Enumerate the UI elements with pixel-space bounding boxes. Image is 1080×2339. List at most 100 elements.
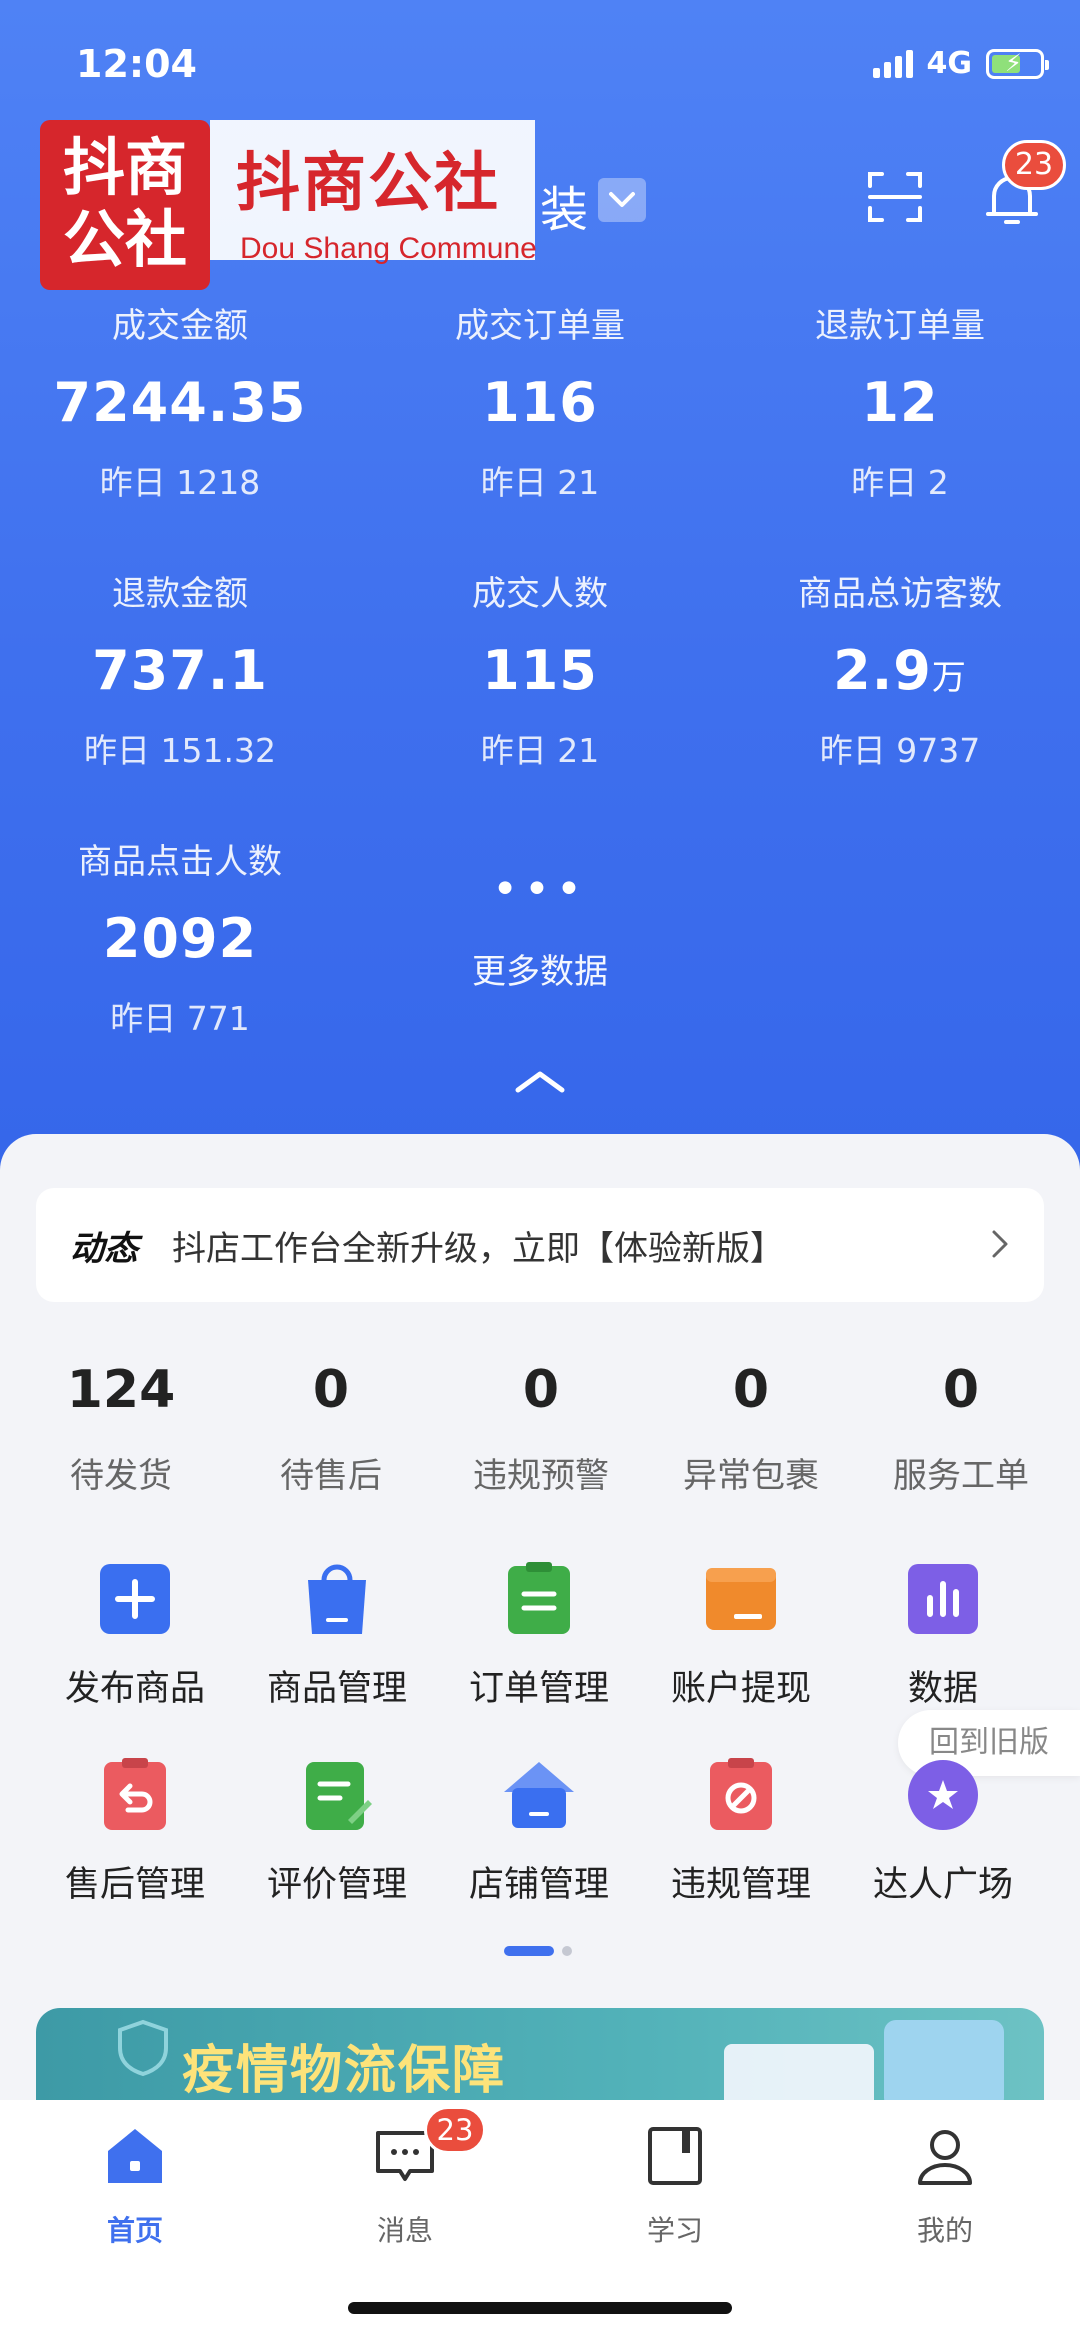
tab-label: 学习 <box>646 2214 703 2247</box>
todo-violation-warning[interactable]: 0 违规预警 <box>436 1360 646 1497</box>
shield-icon <box>118 2019 168 2077</box>
violation-icon <box>710 1758 772 1830</box>
watermark-english: Dou Shang Commune <box>240 232 537 265</box>
promo-banner[interactable]: 疫情物流保障 <box>36 2008 1044 2104</box>
metric-yesterday: 昨日 9737 <box>819 731 981 770</box>
tab-label: 我的 <box>916 2214 973 2247</box>
tool-order-management[interactable]: 订单管理 <box>434 1562 644 1711</box>
metric-visitors[interactable]: 商品总访客数 2.9万 昨日 9737 <box>720 566 1080 772</box>
tool-label: 违规管理 <box>670 1865 811 1905</box>
metric-yesterday: 昨日 2 <box>851 463 949 502</box>
status-time: 12:04 <box>76 42 197 86</box>
metric-value: 7244.35 <box>53 371 307 434</box>
home-indicator <box>348 2302 732 2314</box>
metric-yesterday: 昨日 1218 <box>99 463 261 502</box>
tool-label: 发布商品 <box>64 1669 205 1709</box>
metric-label: 成交人数 <box>472 574 608 614</box>
status-indicators: 4G ⚡ <box>872 46 1049 81</box>
todo-abnormal-package[interactable]: 0 异常包裹 <box>646 1360 856 1497</box>
metric-gmv[interactable]: 成交金额 7244.35 昨日 1218 <box>0 298 360 504</box>
tool-label: 订单管理 <box>468 1669 609 1709</box>
metric-orders[interactable]: 成交订单量 116 昨日 21 <box>360 298 720 504</box>
metric-yesterday: 昨日 21 <box>480 731 600 770</box>
tool-label: 账户提现 <box>670 1669 811 1709</box>
notification-badge: 23 <box>1002 140 1066 190</box>
tool-label: 售后管理 <box>64 1865 205 1905</box>
tab-label: 消息 <box>376 2214 433 2247</box>
chevron-up-icon[interactable] <box>514 1068 566 1094</box>
return-icon <box>104 1758 166 1830</box>
page-indicator <box>504 1946 572 1956</box>
tool-label: 达人广场 <box>872 1865 1013 1905</box>
signal-icon <box>872 49 913 78</box>
metric-label: 退款金额 <box>112 574 248 614</box>
tool-data[interactable]: 数据 <box>838 1562 1048 1711</box>
chevron-down-icon <box>609 192 635 207</box>
metric-clicks[interactable]: 商品点击人数 2092 昨日 771 <box>0 834 360 1040</box>
shop-name[interactable]: 装 <box>540 170 588 240</box>
metric-buyers[interactable]: 成交人数 115 昨日 21 <box>360 566 720 772</box>
tool-aftersale-management[interactable]: 售后管理 <box>30 1758 240 1907</box>
metric-refund-orders[interactable]: 退款订单量 12 昨日 2 <box>720 298 1080 504</box>
book-icon <box>648 2127 702 2185</box>
todo-label: 待发货 <box>70 1456 172 1496</box>
todo-service-ticket[interactable]: 0 服务工单 <box>856 1360 1066 1497</box>
tab-messages[interactable]: 消息 <box>270 2125 540 2249</box>
banner-title: 疫情物流保障 <box>182 2041 507 2101</box>
tool-violation-management[interactable]: 违规管理 <box>636 1758 846 1907</box>
more-dots-icon: ••• <box>492 864 588 915</box>
todo-count: 124 <box>66 1360 176 1420</box>
home-icon <box>108 2129 162 2183</box>
metric-label: 退款订单量 <box>815 306 985 346</box>
news-bar[interactable]: 动态 抖店工作台全新升级，立即【体验新版】 <box>36 1188 1044 1302</box>
tool-publish-product[interactable]: 发布商品 <box>30 1562 240 1711</box>
store-icon <box>504 1762 574 1828</box>
wallet-icon <box>706 1568 776 1630</box>
todo-label: 服务工单 <box>893 1456 1029 1496</box>
shop-switch-dropdown[interactable] <box>598 178 646 222</box>
news-tag: 动态 <box>70 1228 138 1269</box>
metric-label: 成交订单量 <box>455 306 625 346</box>
tab-me[interactable]: 我的 <box>810 2125 1080 2249</box>
status-bar: 12:04 4G ⚡ <box>0 0 1080 130</box>
user-icon <box>918 2130 972 2185</box>
watermark-logo: 抖商 公社 抖商公社 Dou Shang Commune <box>40 120 560 290</box>
network-type: 4G <box>926 46 973 81</box>
news-text: 抖店工作台全新升级，立即【体验新版】 <box>172 1228 784 1269</box>
tool-store-management[interactable]: 店铺管理 <box>434 1758 644 1907</box>
watermark-name: 抖商公社 <box>236 147 500 221</box>
metric-refund-amount[interactable]: 退款金额 737.1 昨日 151.32 <box>0 566 360 772</box>
metric-value: 2092 <box>102 907 258 970</box>
metric-label: 成交金额 <box>112 306 248 346</box>
todo-pending-aftersale[interactable]: 0 待售后 <box>226 1360 436 1497</box>
more-data-button[interactable]: ••• 更多数据 <box>360 864 720 993</box>
tool-product-management[interactable]: 商品管理 <box>232 1562 442 1711</box>
battery-icon: ⚡ <box>986 48 1049 79</box>
plus-icon <box>100 1564 170 1634</box>
message-badge: 23 <box>424 2106 486 2154</box>
metric-value: 115 <box>482 639 598 702</box>
tool-account-withdraw[interactable]: 账户提现 <box>636 1562 846 1711</box>
tool-influencer-plaza[interactable]: 达人广场 <box>838 1758 1048 1907</box>
todo-pending-shipment[interactable]: 124 待发货 <box>16 1360 226 1497</box>
tool-label: 商品管理 <box>266 1669 407 1709</box>
todo-label: 异常包裹 <box>683 1456 819 1496</box>
chevron-right-icon <box>992 1230 1008 1258</box>
metric-label: 商品点击人数 <box>78 842 282 882</box>
clipboard-icon <box>508 1562 570 1634</box>
tab-home[interactable]: 首页 <box>0 2125 270 2249</box>
metric-label: 商品总访客数 <box>798 574 1002 614</box>
tab-learn[interactable]: 学习 <box>540 2125 810 2249</box>
watermark-logo-mark: 抖商 公社 <box>40 120 210 290</box>
scan-icon[interactable] <box>866 168 924 226</box>
review-icon <box>306 1762 372 1830</box>
todo-count: 0 <box>942 1360 980 1420</box>
metric-value: 116 <box>482 371 598 434</box>
banner-illustration <box>724 2044 874 2104</box>
metric-value: 737.1 <box>92 639 268 702</box>
star-icon <box>908 1760 978 1830</box>
tool-label: 评价管理 <box>266 1865 407 1905</box>
todo-label: 违规预警 <box>473 1456 609 1496</box>
tool-label: 店铺管理 <box>468 1865 609 1905</box>
tool-review-management[interactable]: 评价管理 <box>232 1758 442 1907</box>
